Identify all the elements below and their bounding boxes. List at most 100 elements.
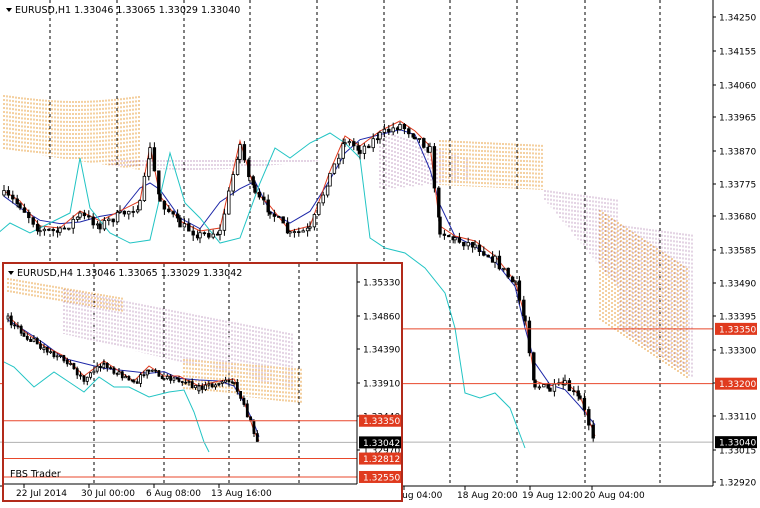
candle [82,375,86,382]
candle [546,384,550,389]
candle [22,332,26,337]
candle [82,212,87,217]
candle [85,376,89,382]
candle [75,368,79,376]
main-price-axis: 1.34250 1.34155 1.34060 1.33965 1.33870 1.337… [713,14,756,489]
candle [124,376,127,379]
time-tick-label: 19 Aug 12:00 [522,491,583,501]
candle [47,228,51,231]
candle [343,142,347,145]
candle [29,338,33,342]
candle [165,375,169,380]
candle [35,223,40,232]
candle [105,363,109,369]
candle [506,267,510,278]
level-badge-text: 1.32812 [363,455,400,465]
candle [253,184,257,193]
candle [482,251,486,256]
candle [102,362,106,365]
level-badge-text: 1.33200 [719,380,756,390]
candle [122,210,127,215]
candle [6,315,10,320]
candle [447,235,451,238]
candle [102,220,107,230]
candle [18,203,22,209]
candle [92,370,96,374]
candle [27,211,31,219]
candle [210,383,214,388]
time-tick-label: 13 Aug 16:00 [211,489,272,499]
candle [252,430,256,434]
candle [204,384,208,390]
level-price-badge: 1.33200 [715,377,757,390]
candle [266,199,270,213]
candle [148,147,152,160]
current-price-badge: 1.33040 [715,436,757,449]
candle [277,216,281,218]
candle [154,369,158,372]
collapse-triangle-icon[interactable] [6,8,12,12]
candle [235,382,239,392]
candle [523,315,527,322]
candle [175,213,180,219]
candle [428,146,432,153]
candle [25,335,29,340]
candle [13,324,17,327]
time-tick-label: 30 Jul 00:00 [81,489,135,499]
candle [109,367,112,370]
candle [591,424,595,439]
candle [288,231,292,234]
candle [438,216,442,235]
candle [542,384,546,388]
candle [231,174,235,192]
candle [98,223,102,230]
candle [391,127,395,133]
candle [22,207,27,213]
candle [71,218,75,229]
candle [178,217,182,228]
price-tick-label: 1.33680 [719,213,756,223]
candle [202,232,207,235]
price-tick-label: 1.34390 [363,346,400,356]
candle [2,190,6,196]
price-tick-label: 1.33395 [719,313,756,323]
candle [242,403,246,405]
candle [162,378,166,381]
candle [239,390,243,399]
collapse-triangle-icon[interactable] [8,271,14,275]
candle [147,158,151,177]
candle [127,376,131,381]
candle [89,372,92,378]
candle [194,384,197,389]
candle [532,352,536,381]
candle [171,211,175,215]
inset-chart-h4[interactable]: 1.353301.348601.343901.339101.334401.329… [2,262,403,502]
candle [220,381,224,384]
candle [422,138,426,148]
inset-chart-svg[interactable]: 1.353301.348601.343901.339101.334401.329… [4,264,401,500]
candle [272,213,277,217]
candle [118,210,122,213]
candle [65,359,69,365]
candle [578,395,582,399]
candle [328,172,332,187]
candle [211,233,215,238]
candle [99,365,102,369]
candle [32,338,36,342]
candle [382,128,387,133]
candle [332,163,337,174]
main-symbol-header: EURUSD,H1 1.33046 1.33065 1.33029 1.3304… [15,5,240,16]
candle [552,383,557,392]
candle [356,145,360,151]
candle [576,390,580,397]
level-badge-text: 1.33350 [363,417,400,427]
price-tick-label: 1.34060 [719,82,756,92]
candle [120,371,124,379]
candle [79,374,82,377]
candle [432,146,437,189]
candle [268,211,272,215]
candle [582,397,587,410]
main-price-badges: 1.33350 1.33200 1.33040 [715,322,757,449]
candle [184,381,188,384]
main-time-axis: Aug 04:00 18 Aug 20:00 19 Aug 12:00 20 Aug … [396,486,645,501]
